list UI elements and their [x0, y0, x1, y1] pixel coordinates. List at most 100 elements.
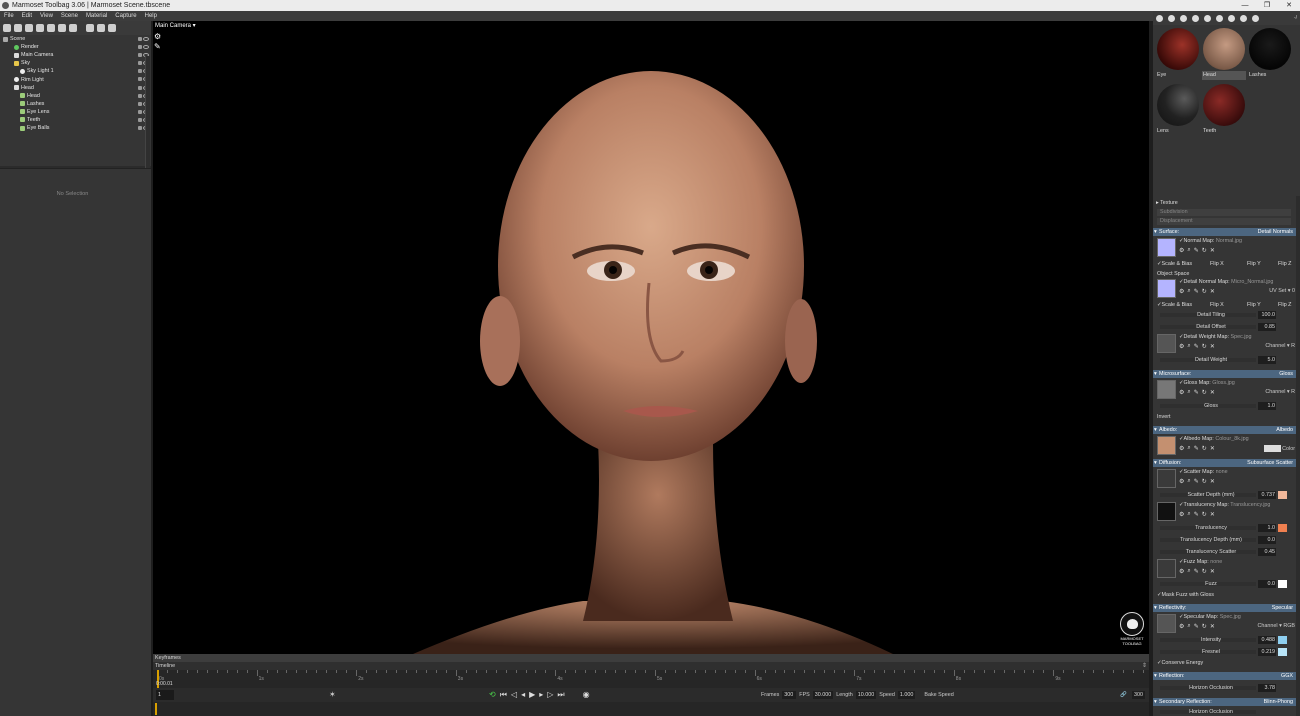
render-toggle-icon[interactable]	[138, 101, 142, 106]
render-toggle-icon[interactable]	[138, 77, 142, 82]
translucency-value[interactable]: 1.0	[1258, 524, 1276, 532]
gloss-value[interactable]: 1.0	[1258, 402, 1276, 410]
turntable-icon[interactable]	[69, 24, 77, 32]
translucency-color-swatch[interactable]	[1278, 524, 1287, 532]
search-icon[interactable]: ⌕	[1187, 511, 1190, 518]
collapse-icon[interactable]: ⇕	[1142, 662, 1147, 670]
albedo-map-slot[interactable]: ✓Albedo Map: Colour_8k.jpg ⚙ ⌕ ✎ ↻ ✕ Color	[1157, 436, 1295, 458]
flip-x-checkbox[interactable]: Flip X	[1210, 260, 1224, 268]
tree-item-sky-light[interactable]: Sky Light 1	[0, 67, 151, 75]
detail-tiling-value[interactable]: 100.0	[1258, 311, 1276, 319]
toolbar-overflow[interactable]: -/	[1294, 15, 1300, 21]
reload-icon[interactable]: ↻	[1202, 568, 1207, 575]
render-toggle-icon[interactable]	[138, 85, 142, 90]
link-icon[interactable]: 🔗	[1120, 692, 1127, 698]
channel-dropdown[interactable]: Channel ▾ RGB	[1258, 623, 1295, 629]
menu-capture[interactable]: Capture	[111, 11, 140, 21]
gloss-slider[interactable]: Gloss 1.0	[1157, 402, 1295, 410]
secondary-reflection-section[interactable]: ▾ Secondary Reflection: Blinn-Phong	[1153, 698, 1296, 706]
frames-field[interactable]: 300	[782, 691, 797, 699]
intensity-value[interactable]: 0.488	[1258, 636, 1276, 644]
tree-item-head-group[interactable]: Head	[0, 84, 151, 92]
object-space-checkbox[interactable]: Object Space	[1157, 270, 1295, 278]
speed-field[interactable]: 1.000	[897, 691, 916, 699]
edit-icon[interactable]: ✎	[1194, 389, 1199, 396]
subdivision-dropdown[interactable]: Subdivision	[1157, 209, 1291, 216]
render-toggle-icon[interactable]	[138, 93, 142, 98]
fresnel-value[interactable]: 0.219	[1258, 648, 1276, 656]
reload-icon[interactable]: ↻	[1202, 247, 1207, 254]
export-icon[interactable]	[1204, 14, 1211, 22]
step-back-icon[interactable]: ◁	[511, 690, 517, 700]
render-toggle-icon[interactable]	[138, 53, 142, 58]
fuzz-slider[interactable]: Fuzz 0.0	[1157, 580, 1295, 588]
mask-fuzz-checkbox[interactable]: ✓Mask Fuzz with Gloss	[1157, 591, 1295, 599]
channel-dropdown[interactable]: Channel ▾ R	[1265, 389, 1295, 395]
reload-icon[interactable]: ↻	[1202, 288, 1207, 295]
flip-y-checkbox[interactable]: Flip Y	[1247, 301, 1261, 309]
minimize-button[interactable]: —	[1234, 0, 1256, 11]
search-icon[interactable]: ⌕	[1187, 288, 1190, 295]
delete-material-icon[interactable]	[1216, 14, 1223, 22]
render-toggle-icon[interactable]	[138, 61, 142, 66]
detail-normal-thumb[interactable]	[1157, 279, 1176, 298]
visibility-eye-icon[interactable]	[143, 45, 149, 50]
search-icon[interactable]: ⌕	[1187, 568, 1190, 575]
conserve-energy-checkbox[interactable]: ✓Conserve Energy	[1157, 659, 1295, 667]
search-icon[interactable]: ⌕	[1187, 478, 1190, 485]
tree-item-eye-balls[interactable]: Eye Balls	[0, 124, 151, 132]
reload-icon[interactable]: ↻	[1202, 445, 1207, 452]
reflectivity-dropdown[interactable]: Specular	[1272, 604, 1293, 612]
scale-bias-checkbox[interactable]: Scale & Bias	[1162, 302, 1193, 308]
gear-icon[interactable]: ⚙	[1179, 511, 1184, 518]
close-button[interactable]: ✕	[1278, 0, 1300, 11]
scatter-depth-slider[interactable]: Scatter Depth (mm) 0.737	[1157, 491, 1295, 499]
normal-map-thumb[interactable]	[1157, 238, 1176, 257]
reload-icon[interactable]: ↻	[1202, 623, 1207, 630]
flip-z-checkbox[interactable]: Flip Z	[1278, 301, 1291, 309]
record-icon[interactable]: ◉	[583, 690, 590, 700]
reload-icon[interactable]: ↻	[1202, 389, 1207, 396]
render-toggle-icon[interactable]	[138, 109, 142, 114]
intensity-slider[interactable]: Intensity 0.488	[1157, 636, 1295, 644]
scatter-map-thumb[interactable]	[1157, 469, 1176, 488]
horizon-occlusion-value[interactable]: 3.78	[1258, 684, 1276, 692]
displacement-dropdown[interactable]: Displacement	[1157, 218, 1291, 225]
render-toggle-icon[interactable]	[138, 45, 142, 50]
remove-icon[interactable]: ✕	[1210, 389, 1215, 396]
render-toggle-icon[interactable]	[138, 69, 142, 74]
remove-icon[interactable]: ✕	[1210, 343, 1215, 350]
search-icon[interactable]: ⌕	[1187, 623, 1190, 630]
marmoset-icon[interactable]	[1252, 14, 1259, 22]
visibility-eye-icon[interactable]	[143, 37, 149, 41]
menu-file[interactable]: File	[0, 11, 18, 21]
fresnel-color-swatch[interactable]	[1278, 648, 1287, 656]
surface-type-dropdown[interactable]: Detail Normals	[1258, 228, 1293, 236]
uv-set-dropdown[interactable]: UV Set ▾ 0	[1269, 288, 1295, 294]
edit-icon[interactable]: ✎	[1194, 288, 1199, 295]
gloss-map-slot[interactable]: ✓Gloss Map: Gloss.jpg ⚙ ⌕ ✎ ↻ ✕ Channel ▾ R	[1157, 380, 1295, 402]
diffusion-section[interactable]: ▾ Diffusion: Subsurface Scatter	[1153, 459, 1296, 467]
sky-add-icon[interactable]	[25, 24, 33, 32]
reload-icon[interactable]: ↻	[1202, 478, 1207, 485]
tree-item-lashes[interactable]: Lashes	[0, 100, 151, 108]
translucency-scatter-value[interactable]: 0.45	[1258, 548, 1276, 556]
add-material-icon[interactable]	[1156, 14, 1163, 22]
tree-item-scene[interactable]: Scene	[0, 35, 151, 43]
material-swatch-teeth[interactable]: Teeth	[1202, 83, 1246, 138]
keyframes-bar[interactable]: Keyframes	[153, 654, 1149, 662]
detail-normal-map-slot[interactable]: ✓Detail Normal Map: Micro_Normal.jpg ⚙ ⌕ ✎…	[1157, 279, 1295, 301]
fresnel-slider[interactable]: Fresnel 0.219	[1157, 648, 1295, 656]
viewport[interactable]: Main Camera ▾ ⚙ ✎ MARMOSET TOOLBAG	[153, 21, 1149, 654]
fuzz-map-thumb[interactable]	[1157, 559, 1176, 578]
search-icon[interactable]: ⌕	[1187, 389, 1190, 396]
fps-field[interactable]: 30.000	[812, 691, 834, 699]
scatter-map-slot[interactable]: ✓Scatter Map: none ⚙ ⌕ ✎ ↻ ✕	[1157, 469, 1295, 491]
surface-section[interactable]: ▾ Surface: Detail Normals	[1153, 228, 1296, 236]
key-add-icon[interactable]: ✶	[329, 690, 336, 699]
microsurface-dropdown[interactable]: Gloss	[1279, 370, 1293, 378]
bake-speed-button[interactable]: Bake Speed	[924, 692, 953, 698]
detail-tiling-slider[interactable]: Detail Tiling 100.0	[1157, 311, 1295, 319]
detail-weight-thumb[interactable]	[1157, 334, 1176, 353]
albedo-section[interactable]: ▾ Albedo: Albedo	[1153, 426, 1296, 434]
